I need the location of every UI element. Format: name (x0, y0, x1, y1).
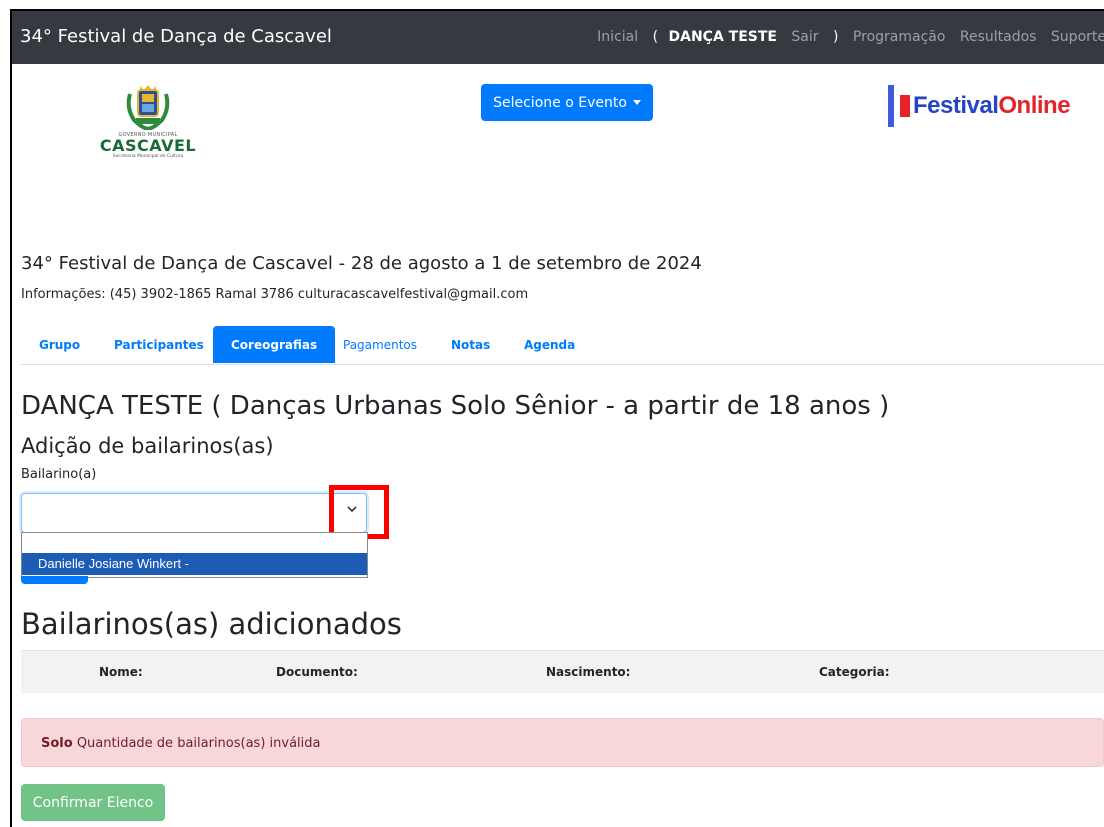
dropdown-option-dancer[interactable]: Danielle Josiane Winkert - (22, 553, 367, 575)
nav-close-paren: ) (833, 29, 839, 45)
caret-down-icon (632, 100, 641, 105)
select-event-label: Selecione o Evento (493, 94, 627, 111)
dancer-field-label: Bailarino(a) (21, 467, 97, 482)
nav-user[interactable]: DANÇA TESTE (669, 29, 777, 45)
tab-agenda[interactable]: Agenda (506, 326, 593, 363)
frame-left (0, 0, 10, 827)
col-nome: Nome: (99, 665, 143, 679)
confirm-cast-button[interactable]: Confirmar Elenco (21, 784, 165, 821)
dancers-table-header: Nome: Documento: Nascimento: Categoria: (21, 650, 1104, 693)
navbar-links: Inicial ( DANÇA TESTE Sair ) Programação… (587, 29, 1104, 45)
tab-grupo[interactable]: Grupo (21, 326, 98, 363)
frame-border-left (10, 9, 12, 827)
tab-bar: Grupo Participantes Coreografias Pagamen… (21, 326, 1104, 365)
highlight-annotation (329, 485, 389, 539)
nav-resultados[interactable]: Resultados (960, 29, 1037, 45)
tab-pagamentos[interactable]: Pagamentos (325, 326, 435, 363)
navbar-brand[interactable]: 34° Festival de Dança de Cascavel (20, 26, 332, 47)
nav-open-paren: ( (652, 29, 659, 45)
select-event-button[interactable]: Selecione o Evento (481, 84, 653, 121)
nav-suporte[interactable]: Suporte (1051, 29, 1104, 45)
alert-strong: Solo (41, 736, 73, 751)
logo-online-text: Online (998, 92, 1071, 119)
page-title: 34° Festival de Dança de Cascavel - 28 d… (21, 253, 702, 274)
top-navbar: 34° Festival de Dança de Cascavel Inicia… (12, 11, 1104, 64)
dance-title: DANÇA TESTE ( Danças Urbanas Solo Sênior… (21, 391, 890, 421)
nav-sair[interactable]: Sair (791, 29, 818, 45)
error-alert: Solo Quantidade de bailarinos(as) inváli… (21, 718, 1104, 767)
crest-icon (126, 85, 170, 130)
contact-info: Informações: (45) 3902-1865 Ramal 3786 c… (21, 287, 529, 302)
alert-text: Solo Quantidade de bailarinos(as) inváli… (41, 736, 321, 751)
nav-inicial[interactable]: Inicial (597, 29, 638, 45)
logo-festival-text: Festival (913, 92, 999, 119)
col-categoria: Categoria: (819, 665, 890, 679)
added-dancers-title: Bailarinos(as) adicionados (21, 607, 402, 641)
cascavel-name: CASCAVEL (99, 136, 197, 155)
frame-top (0, 0, 1104, 9)
alert-message: Quantidade de bailarinos(as) inválida (72, 736, 321, 751)
col-documento: Documento: (276, 665, 358, 679)
logo-bar-icon (888, 85, 894, 127)
dancer-select[interactable] (21, 493, 367, 533)
add-dancers-title: Adição de bailarinos(as) (21, 434, 274, 458)
dancer-dropdown-list: Danielle Josiane Winkert - (21, 532, 368, 578)
cascavel-logo: GOVERNO MUNICIPAL CASCAVEL Secretaria Mu… (92, 84, 204, 176)
dropdown-option-empty[interactable] (22, 533, 367, 553)
col-nascimento: Nascimento: (546, 665, 631, 679)
tab-notas[interactable]: Notas (433, 326, 508, 363)
nav-programacao[interactable]: Programação (853, 29, 946, 45)
tab-participantes[interactable]: Participantes (96, 326, 222, 363)
tab-coreografias[interactable]: Coreografias (213, 326, 336, 363)
festival-online-logo: Festival Online (888, 84, 1071, 128)
add-dancer-button[interactable] (21, 576, 88, 584)
frame-border-top (10, 9, 1104, 11)
logo-mark-icon (900, 95, 910, 117)
